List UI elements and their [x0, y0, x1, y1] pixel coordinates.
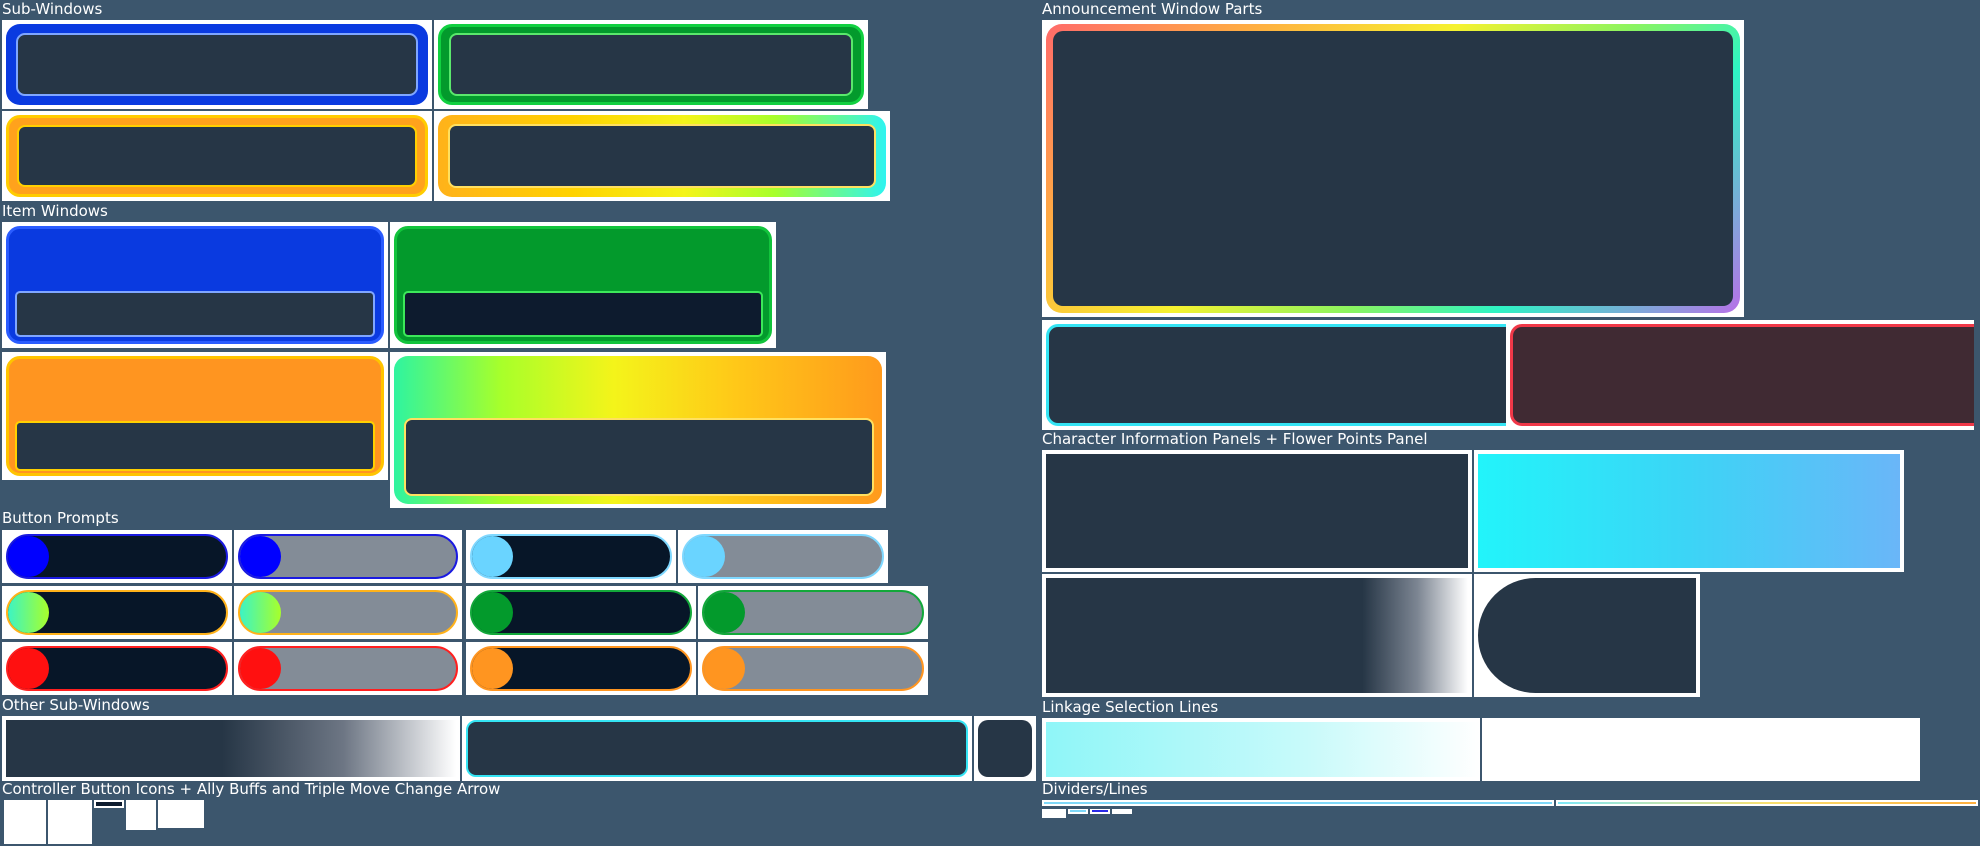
other-sub-window-small [974, 716, 1036, 781]
button-prompt-blue-dark [2, 530, 232, 583]
character-panel-dark [1042, 450, 1472, 572]
linkage-line-white [1482, 718, 1920, 781]
divider-swatch-2 [1068, 809, 1088, 814]
button-prompt-red-grey [234, 642, 462, 695]
button-prompt-orange-grey [698, 642, 928, 695]
flower-points-panel [1474, 574, 1700, 697]
controller-icon-2 [48, 800, 92, 844]
section-label-item-windows: Item Windows [2, 202, 108, 220]
triple-move-change-arrow [158, 800, 204, 828]
item-window-orange [2, 352, 388, 480]
button-prompt-lightblue-dark [466, 530, 676, 583]
item-window-green [390, 222, 776, 348]
section-label-linkage-lines: Linkage Selection Lines [1042, 698, 1219, 716]
section-label-character-panels: Character Information Panels + Flower Po… [1042, 430, 1428, 448]
divider-swatch-1 [1042, 809, 1066, 818]
button-prompt-red-dark [2, 642, 232, 695]
announcement-panel-red [1506, 320, 1974, 430]
item-window-rainbow [390, 352, 886, 508]
button-prompt-orange-dark [466, 642, 696, 695]
button-prompt-rainbow-grey [234, 586, 462, 639]
controller-icon-1 [4, 800, 46, 844]
sub-window-green [434, 20, 868, 109]
ally-buff-bar [94, 800, 124, 808]
sub-window-orange [2, 111, 432, 201]
character-panel-fade [1042, 574, 1472, 697]
section-label-controller-icons: Controller Button Icons + Ally Buffs and… [2, 780, 501, 798]
divider-line-cyan [1042, 800, 1554, 806]
button-prompt-lightblue-grey [678, 530, 888, 583]
other-sub-window-cyan [462, 716, 972, 781]
sub-window-rainbow [434, 111, 890, 201]
announcement-window-main [1042, 20, 1744, 317]
ally-buff-icon [126, 800, 156, 830]
section-label-sub-windows: Sub-Windows [2, 0, 103, 18]
section-label-dividers: Dividers/Lines [1042, 780, 1148, 798]
button-prompt-green-dark [466, 586, 696, 639]
divider-swatch-3 [1090, 809, 1110, 814]
linkage-line-cyan [1042, 718, 1480, 781]
character-panel-cyan [1474, 450, 1904, 572]
other-sub-window-fade [2, 716, 460, 781]
divider-line-rainbow [1556, 800, 1978, 806]
section-label-other-sub-windows: Other Sub-Windows [2, 696, 150, 714]
button-prompt-green-grey [698, 586, 928, 639]
sub-window-blue [2, 20, 432, 109]
announcement-panel-cyan [1042, 320, 1510, 430]
button-prompt-blue-grey [234, 530, 462, 583]
section-label-announcement-parts: Announcement Window Parts [1042, 0, 1263, 18]
divider-swatch-4 [1112, 809, 1132, 814]
button-prompt-rainbow-dark [2, 586, 232, 639]
section-label-button-prompts: Button Prompts [2, 509, 119, 527]
item-window-blue [2, 222, 388, 348]
